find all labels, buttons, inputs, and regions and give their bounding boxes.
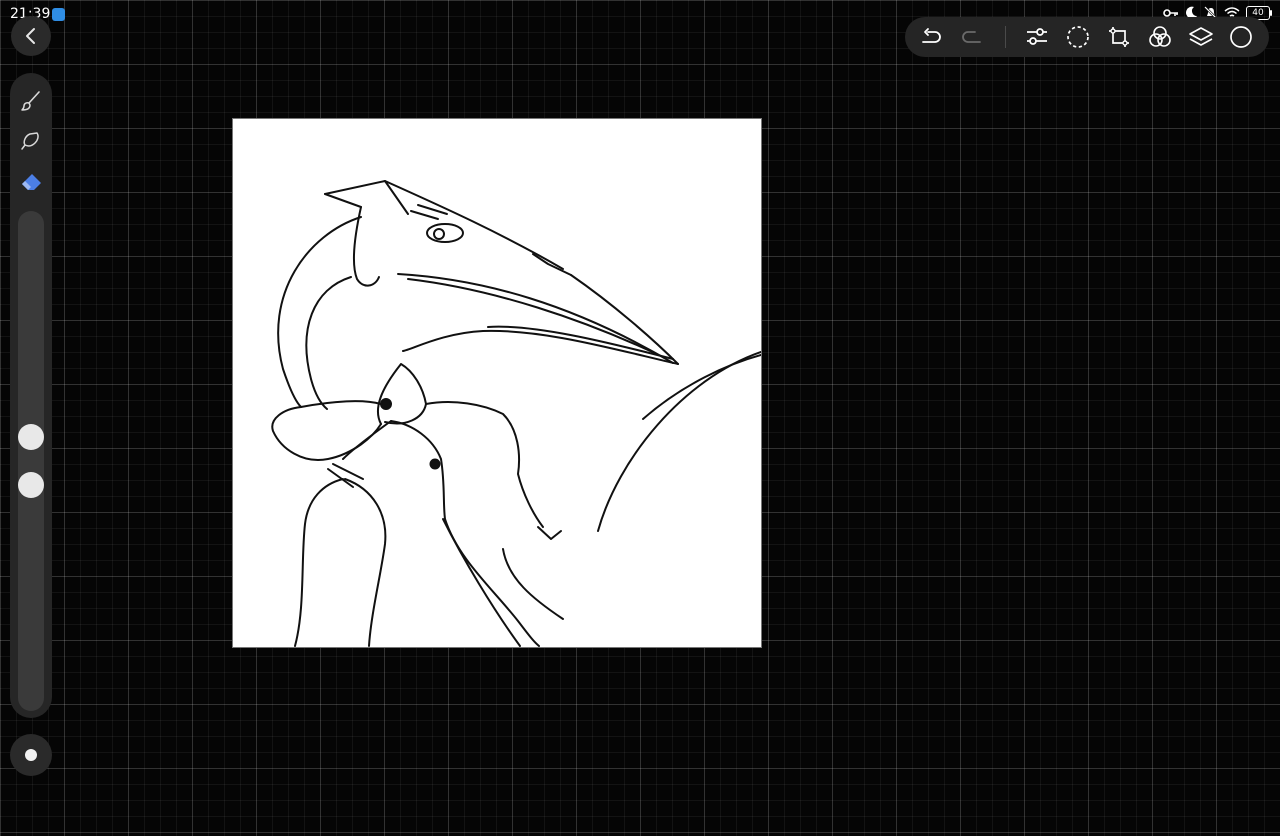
transform-button[interactable] (1106, 24, 1132, 50)
battery-level: 40 (1252, 8, 1264, 18)
redo-button[interactable] (959, 24, 985, 50)
eraser-tool[interactable] (18, 169, 44, 195)
redo-icon (962, 31, 981, 43)
sketch-artwork (271, 180, 761, 647)
current-color-button[interactable] (10, 734, 52, 776)
blend-button[interactable] (1147, 24, 1173, 50)
smudge-tool[interactable] (18, 128, 44, 154)
notification-app-icon (52, 8, 65, 21)
layers-icon (1189, 27, 1213, 46)
layers-button[interactable] (1188, 24, 1214, 50)
chevron-left-icon (26, 28, 35, 44)
blend-icon (1149, 26, 1171, 47)
opacity-handle[interactable] (18, 471, 44, 498)
color-icon (1230, 26, 1252, 48)
undo-icon (922, 28, 941, 43)
drawing-canvas[interactable] (232, 118, 762, 648)
selection-icon (1067, 26, 1089, 48)
transform-icon (1109, 27, 1129, 47)
top-toolbar (905, 17, 1269, 57)
undo-button[interactable] (918, 24, 944, 50)
brush-tool[interactable] (18, 88, 44, 114)
eraser-icon (22, 174, 41, 190)
smudge-icon (21, 132, 39, 150)
brush-size-slider[interactable] (18, 211, 44, 711)
adjustments-button[interactable] (1024, 24, 1050, 50)
current-color-swatch (25, 749, 37, 761)
adjustments-icon (1027, 28, 1047, 45)
selection-button[interactable] (1065, 24, 1091, 50)
toolbar-divider (1005, 26, 1006, 48)
color-picker-button[interactable] (1228, 24, 1254, 50)
tool-sidebar (10, 73, 52, 718)
brush-icon (21, 91, 40, 111)
back-button[interactable] (11, 16, 51, 56)
